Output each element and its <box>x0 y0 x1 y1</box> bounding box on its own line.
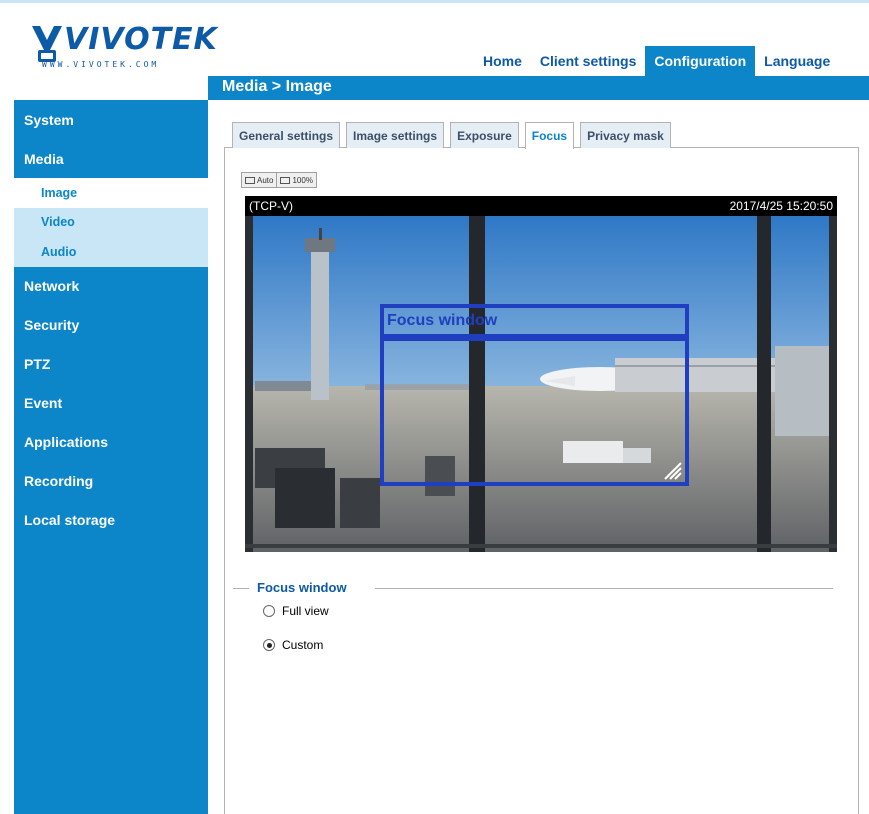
sidebar-item-security[interactable]: Security <box>14 306 208 345</box>
tab-image-settings[interactable]: Image settings <box>346 122 445 148</box>
header-band: Media > Image <box>208 76 869 100</box>
focus-window-frame[interactable] <box>380 337 689 486</box>
topnav-home[interactable]: Home <box>474 46 531 76</box>
sidebar-subitem-video[interactable]: Video <box>14 208 208 238</box>
topnav-client-settings[interactable]: Client settings <box>531 46 645 76</box>
zoom-toolbar: Auto 100% <box>241 172 317 188</box>
top-accent-line <box>0 0 869 6</box>
sidebar-item-network[interactable]: Network <box>14 267 208 306</box>
custom-radio[interactable] <box>263 639 275 651</box>
sidebar-item-media[interactable]: Media <box>14 139 208 178</box>
actual-size-icon <box>280 176 291 184</box>
zoom-auto-label: Auto <box>257 175 274 185</box>
sidebar-subitem-image[interactable]: Image <box>14 178 208 208</box>
fieldset-border-right <box>375 588 833 589</box>
main-content: General settings Image settings Exposure… <box>208 100 869 814</box>
zoom-100-button[interactable]: 100% <box>277 173 315 187</box>
full-view-option[interactable]: Full view <box>263 603 329 619</box>
sidebar: System Media Image Video Audio Network S… <box>14 100 208 814</box>
custom-label: Custom <box>282 638 324 652</box>
sidebar-item-recording[interactable]: Recording <box>14 462 208 501</box>
full-view-radio[interactable] <box>263 605 275 617</box>
focus-window-overlay-label: Focus window <box>387 312 498 329</box>
logo-mark-icon <box>32 26 62 62</box>
tab-general-settings[interactable]: General settings <box>232 122 341 148</box>
breadcrumb: Media > Image <box>222 78 332 95</box>
sidebar-subitem-audio[interactable]: Audio <box>14 237 208 267</box>
fieldset-border-left <box>233 588 249 589</box>
logo-url: WWW.VIVOTEK.COM <box>42 60 160 69</box>
resize-handle-icon[interactable] <box>663 459 683 481</box>
focus-window-legend: Focus window <box>257 580 347 595</box>
custom-option[interactable]: Custom <box>263 637 323 653</box>
top-navigation: Home Client settings Configuration Langu… <box>474 46 839 76</box>
logo-text: VIVOTEK <box>64 22 218 57</box>
topnav-language[interactable]: Language <box>755 46 839 76</box>
tab-privacy-mask[interactable]: Privacy mask <box>580 122 671 148</box>
stream-label: (TCP-V) <box>249 199 293 213</box>
sidebar-item-ptz[interactable]: PTZ <box>14 345 208 384</box>
sidebar-item-event[interactable]: Event <box>14 384 208 423</box>
full-view-label: Full view <box>282 604 329 618</box>
settings-tabs: General settings Image settings Exposure… <box>232 122 677 149</box>
tab-focus[interactable]: Focus <box>524 122 575 149</box>
video-caption-bar: (TCP-V) 2017/4/25 15:20:50 <box>245 196 837 216</box>
live-video-view[interactable]: (TCP-V) 2017/4/25 15:20:50 Focus window <box>245 196 837 552</box>
sidebar-item-applications[interactable]: Applications <box>14 423 208 462</box>
zoom-100-label: 100% <box>292 175 313 185</box>
video-timestamp: 2017/4/25 15:20:50 <box>729 199 833 213</box>
topnav-configuration[interactable]: Configuration <box>645 46 756 76</box>
sidebar-media-submenu: Image Video Audio <box>14 178 208 267</box>
sidebar-item-local-storage[interactable]: Local storage <box>14 501 208 540</box>
vivotek-logo[interactable]: VIVOTEK WWW.VIVOTEK.COM <box>14 20 217 80</box>
tab-exposure[interactable]: Exposure <box>450 122 519 148</box>
sidebar-item-system[interactable]: System <box>14 100 208 139</box>
zoom-auto-button[interactable]: Auto <box>242 173 278 187</box>
fit-screen-icon <box>245 176 255 184</box>
